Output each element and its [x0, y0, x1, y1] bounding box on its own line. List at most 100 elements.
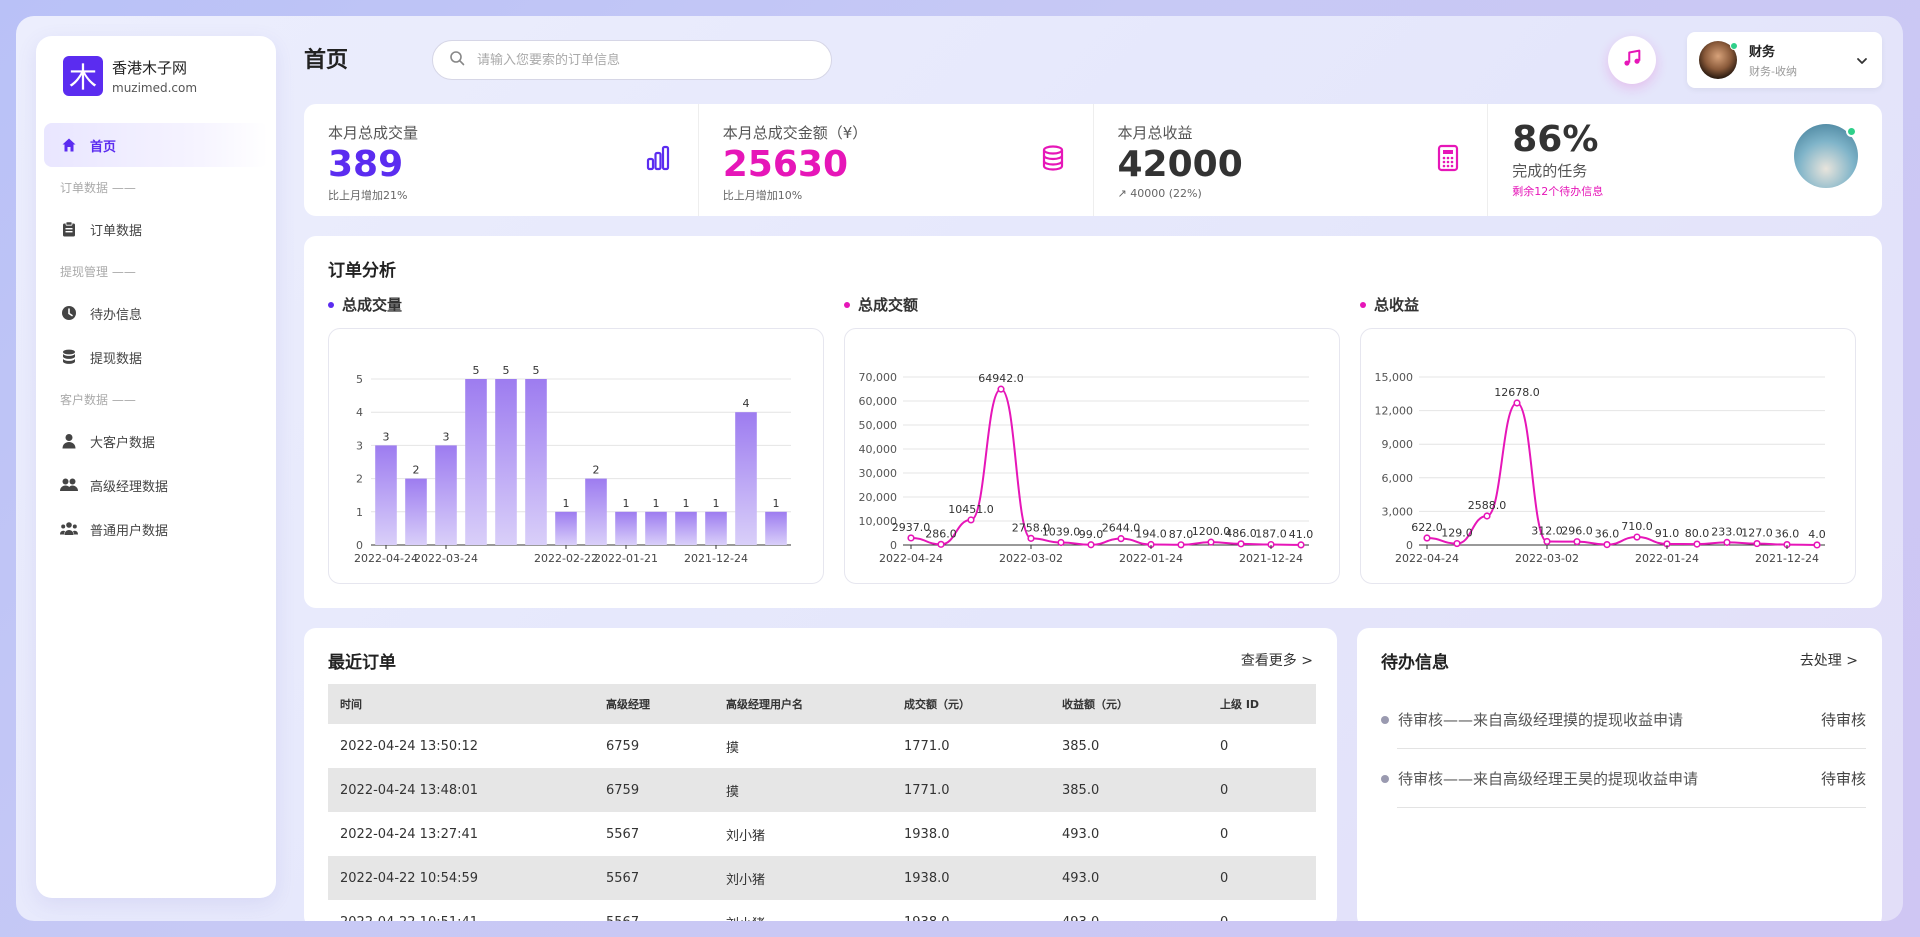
- bar: [465, 379, 487, 545]
- data-point: [997, 385, 1005, 393]
- data-label: 1039.0: [1042, 526, 1081, 539]
- table-row[interactable]: 2022-04-24 13:27:41 5567 刘小猪 1938.0 493.0 0: [328, 812, 1316, 856]
- column-header: 成交额（元）: [892, 684, 1050, 724]
- table-cell: 2022-04-24 13:50:12: [340, 738, 479, 754]
- y-tick-label: 3: [356, 439, 363, 452]
- y-tick-label: 4: [356, 406, 363, 419]
- stat-card-volume: 本月总成交量 389 比上月增加21%: [304, 104, 699, 216]
- bar: [375, 445, 397, 545]
- x-tick-label: 2022-03-02: [999, 552, 1063, 565]
- data-point: [1513, 399, 1521, 407]
- data-point: [1603, 540, 1611, 549]
- sidebar-item-label: 订单数据: [90, 223, 143, 239]
- table-cell: 493.0: [1050, 856, 1208, 900]
- user-name: 财务: [1749, 45, 1776, 60]
- stat-value: 389: [328, 144, 404, 185]
- process-link[interactable]: 去处理 >: [1800, 650, 1858, 670]
- avatar[interactable]: [1794, 124, 1858, 188]
- data-label: 3: [443, 430, 450, 443]
- column-header: 时间: [328, 684, 594, 724]
- data-label: 12678.0: [1494, 386, 1540, 399]
- data-label: 91.0: [1655, 527, 1680, 540]
- data-label: 233.0: [1711, 525, 1743, 538]
- table-cell: 1771.0: [892, 768, 1050, 812]
- table-row[interactable]: 2022-04-22 10:54:59 5567 刘小猪 1938.0 493.0 0: [328, 856, 1316, 900]
- stat-change: 比上月增加10%: [722, 189, 803, 202]
- brand-logo[interactable]: 木 香港木子网 muzimed.com: [63, 56, 197, 96]
- x-tick-label: 2022-02-22: [534, 552, 598, 565]
- y-tick-label: 0: [890, 539, 897, 552]
- sidebar-item[interactable]: 首页: [44, 123, 268, 167]
- stat-value: 42000: [1117, 144, 1243, 185]
- data-label: 5: [473, 364, 480, 377]
- sidebar-item[interactable]: 待办信息: [44, 291, 268, 335]
- x-tick-label: 2021-12-24: [1239, 552, 1303, 565]
- sidebar-item[interactable]: 普通用户数据: [44, 507, 268, 551]
- profit-line-chart: 0 3,000 6,000 9,000 12,000 15,000 622.0129.0 25…: [1375, 371, 1826, 565]
- todo-item[interactable]: 待审核——来自高级经理王昊的提现收益申请 待审核: [1381, 749, 1866, 808]
- search-bar[interactable]: [432, 40, 832, 80]
- online-status-dot: [1730, 42, 1738, 50]
- sidebar-item[interactable]: 提现数据: [44, 335, 268, 379]
- data-point: [1693, 540, 1701, 548]
- y-tick-label: 0: [1406, 539, 1413, 552]
- column-header: 上级 ID: [1208, 684, 1316, 724]
- chevron-down-icon[interactable]: [1856, 52, 1868, 71]
- y-tick-label: 0: [356, 539, 363, 552]
- data-label: 1: [623, 497, 630, 510]
- bullet-dot: [844, 301, 850, 308]
- data-point: [1453, 539, 1461, 548]
- chart-title-text: 总收益: [1374, 296, 1420, 314]
- sidebar-nav: 首页 订单数据 —— 订单数据 提现管理 —— 待办信息 提现数据 客户数据 —— 大客户数据…: [44, 123, 268, 551]
- table-cell: 1771.0: [904, 738, 950, 754]
- nav-section-label: 客户数据 ——: [60, 392, 136, 407]
- table-row[interactable]: 2022-04-24 13:48:01 6759 摸 1771.0 385.0 0: [328, 768, 1316, 812]
- table-cell: 493.0: [1050, 900, 1208, 922]
- todo-status: 待审核: [1820, 770, 1866, 788]
- table-cell: 0: [1208, 856, 1316, 900]
- bar: [585, 478, 607, 545]
- calculator-icon: [1435, 144, 1461, 176]
- chart-title-text: 总成交额: [858, 296, 919, 314]
- sidebar-item[interactable]: 高级经理数据: [44, 463, 268, 507]
- data-label: 2: [593, 464, 600, 477]
- table-cell: 385.0: [1050, 768, 1208, 812]
- y-tick-label: 70,000: [859, 371, 898, 384]
- music-button[interactable]: [1608, 36, 1656, 84]
- bullet-dot: [1381, 715, 1389, 724]
- x-tick-label: 2021-12-24: [1755, 552, 1819, 565]
- todo-list: 待审核——来自高级经理摸的提现收益申请 待审核 待审核——来自高级经理王昊的提现收益…: [1381, 690, 1866, 808]
- x-tick-label: 2022-04-24: [1395, 552, 1459, 565]
- table-row[interactable]: 2022-04-24 13:50:12 6759 摸 1771.0 385.0 0: [328, 724, 1316, 768]
- table-row[interactable]: 2022-04-22 10:51:415567刘小猪1938.0493.00: [328, 900, 1316, 922]
- todo-item[interactable]: 待审核——来自高级经理摸的提现收益申请 待审核: [1381, 690, 1866, 749]
- app-frame: 木 香港木子网 muzimed.com 首页 订单数据 —— 订单数据 提现管理 ——…: [16, 16, 1903, 921]
- column-header: 高级经理用户名: [714, 684, 892, 724]
- page-title: 首页: [304, 48, 349, 73]
- data-point: [1177, 541, 1185, 549]
- sidebar-item[interactable]: 大客户数据: [44, 419, 268, 463]
- data-point: [1633, 533, 1641, 541]
- table-cell: 1938.0: [904, 826, 950, 842]
- search-input[interactable]: [477, 52, 807, 68]
- avatar: [1699, 41, 1738, 79]
- sidebar: 木 香港木子网 muzimed.com 首页 订单数据 —— 订单数据 提现管理 ——…: [36, 36, 276, 898]
- stat-change: 比上月增加21%: [328, 189, 408, 202]
- users-icon: [60, 476, 78, 494]
- sidebar-item[interactable]: 订单数据: [44, 207, 268, 251]
- y-tick-label: 30,000: [859, 467, 898, 480]
- table-cell: 刘小猪: [726, 828, 766, 844]
- orders-table: 时间 高级经理 高级经理用户名 成交额（元） 收益额（元） 上级 ID 2022-04-2…: [328, 684, 1316, 921]
- online-status-dot: [1846, 126, 1857, 137]
- bullet-dot: [328, 301, 334, 308]
- amount-line-chart: 010,00020,00030,00040,00050,00060,00070,…: [859, 371, 1314, 565]
- data-point: [1723, 538, 1731, 546]
- nav-section-label: 订单数据 ——: [60, 180, 136, 195]
- chart-title-text: 总成交量: [342, 296, 403, 314]
- view-more-link[interactable]: 查看更多 >: [1241, 650, 1313, 670]
- data-label: 710.0: [1621, 520, 1653, 533]
- x-tick-label: 2022-01-24: [1119, 552, 1183, 565]
- data-label: 129.0: [1441, 527, 1473, 540]
- user-menu[interactable]: 财务 财务-收纳: [1687, 32, 1882, 88]
- table-cell: 摸: [714, 768, 892, 812]
